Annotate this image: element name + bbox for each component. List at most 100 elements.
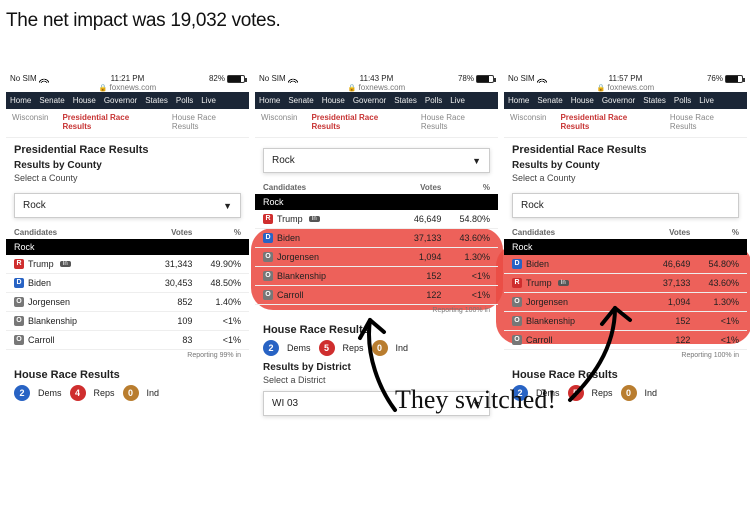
nav-senate[interactable]: Senate — [39, 96, 64, 105]
county-select[interactable]: Rock ▼ — [263, 148, 490, 173]
nav-polls[interactable]: Polls — [674, 96, 691, 105]
lock-icon: 🔒 — [99, 84, 108, 92]
col-pct: % — [690, 228, 739, 237]
select-county-label: Select a County — [512, 173, 739, 183]
candidate-row: OBlankenship109<1% — [6, 312, 249, 331]
candidate-name: Jorgensen — [277, 252, 319, 262]
county-select-value: Rock — [272, 155, 295, 166]
subnav-state[interactable]: Wisconsin — [12, 113, 48, 131]
party-badge: O — [14, 335, 24, 345]
top-nav: Home Senate House Governor States Polls … — [6, 92, 249, 109]
ind-label: Ind — [396, 343, 409, 353]
url-bar[interactable]: 🔒 foxnews.com — [504, 83, 747, 92]
candidate-pct: <1% — [192, 335, 241, 345]
nav-governor[interactable]: Governor — [602, 96, 635, 105]
candidate-name: Trump — [526, 278, 552, 288]
col-candidates: Candidates — [512, 228, 636, 237]
nav-polls[interactable]: Polls — [176, 96, 193, 105]
sub-nav: Wisconsin Presidential Race Results Hous… — [6, 109, 249, 138]
candidate-votes: 122 — [636, 335, 690, 345]
candidate-pct: 1.40% — [192, 297, 241, 307]
candidate-pct: 43.60% — [441, 233, 490, 243]
reporting-text: Reporting 100% in — [255, 305, 498, 320]
nav-governor[interactable]: Governor — [104, 96, 137, 105]
candidate-votes: 30,453 — [138, 278, 192, 288]
nav-states[interactable]: States — [145, 96, 168, 105]
dems-label: Dems — [38, 388, 62, 398]
status-bar: No SIM 11:43 PM 78% — [255, 72, 498, 83]
nav-home[interactable]: Home — [259, 96, 280, 105]
col-votes: Votes — [138, 228, 192, 237]
house-title: House Race Results — [512, 369, 739, 381]
nav-live[interactable]: Live — [699, 96, 714, 105]
subnav-state[interactable]: Wisconsin — [510, 113, 546, 131]
lock-icon: 🔒 — [597, 84, 606, 92]
nav-polls[interactable]: Polls — [425, 96, 442, 105]
subnav-pres[interactable]: Presidential Race Results — [311, 113, 406, 131]
candidate-name: Biden — [277, 233, 300, 243]
results-header: Candidates Votes % — [6, 224, 249, 239]
nav-home[interactable]: Home — [508, 96, 529, 105]
county-select[interactable]: Rock ▼ — [14, 193, 241, 218]
county-select-value: Rock — [521, 200, 544, 211]
subnav-pres[interactable]: Presidential Race Results — [560, 113, 655, 131]
party-badge: O — [14, 297, 24, 307]
ind-count-badge: 0 — [621, 385, 637, 401]
nav-senate[interactable]: Senate — [537, 96, 562, 105]
house-title: House Race Results — [14, 369, 241, 381]
reporting-text: Reporting 100% in — [504, 350, 747, 365]
battery-icon — [476, 75, 494, 83]
dems-count-badge: 2 — [512, 385, 528, 401]
subnav-house[interactable]: House Race Results — [670, 113, 741, 131]
party-badge: O — [512, 297, 522, 307]
nav-senate[interactable]: Senate — [288, 96, 313, 105]
nav-live[interactable]: Live — [201, 96, 216, 105]
results-header: Candidates Votes % — [504, 224, 747, 239]
col-pct: % — [192, 228, 241, 237]
candidate-row: OJorgensen1,0941.30% — [504, 293, 747, 312]
by-district-title: Results by District — [263, 362, 490, 373]
party-badge: D — [512, 259, 522, 269]
nav-house[interactable]: House — [571, 96, 594, 105]
status-nosim: No SIM — [508, 74, 535, 83]
reps-label: Reps — [343, 343, 364, 353]
candidate-name: Trump — [277, 214, 303, 224]
nav-states[interactable]: States — [643, 96, 666, 105]
subnav-house[interactable]: House Race Results — [421, 113, 492, 131]
top-nav: Home Senate House Governor States Polls … — [504, 92, 747, 109]
candidate-pct: 1.30% — [690, 297, 739, 307]
status-battery-pct: 76% — [707, 74, 723, 83]
url-bar[interactable]: 🔒 foxnews.com — [255, 83, 498, 92]
district-select[interactable]: WI 03 ▼ — [263, 391, 490, 416]
candidate-row: OCarroll83<1% — [6, 331, 249, 350]
chevron-down-icon: ▼ — [223, 201, 232, 211]
sub-nav: Wisconsin Presidential Race Results Hous… — [255, 109, 498, 138]
subnav-pres[interactable]: Presidential Race Results — [62, 113, 157, 131]
nav-house[interactable]: House — [322, 96, 345, 105]
wifi-icon — [288, 75, 298, 83]
subnav-house[interactable]: House Race Results — [172, 113, 243, 131]
candidate-name: Carroll — [28, 335, 55, 345]
pres-title: Presidential Race Results — [512, 144, 739, 156]
county-select[interactable]: Rock — [512, 193, 739, 218]
ind-count-badge: 0 — [372, 340, 388, 356]
nav-live[interactable]: Live — [450, 96, 465, 105]
candidate-pct: <1% — [441, 290, 490, 300]
house-counts: 2 Dems 4 Reps 0 Ind — [14, 385, 241, 401]
candidate-name: Biden — [28, 278, 51, 288]
nav-home[interactable]: Home — [10, 96, 31, 105]
status-time: 11:43 PM — [360, 74, 394, 83]
subnav-state[interactable]: Wisconsin — [261, 113, 297, 131]
nav-governor[interactable]: Governor — [353, 96, 386, 105]
url-bar[interactable]: 🔒 foxnews.com — [6, 83, 249, 92]
chevron-down-icon: ▼ — [472, 156, 481, 166]
pres-title: Presidential Race Results — [14, 144, 241, 156]
col-votes: Votes — [387, 183, 441, 192]
candidate-votes: 152 — [636, 316, 690, 326]
reps-count-badge: 4 — [70, 385, 86, 401]
status-battery-pct: 78% — [458, 74, 474, 83]
nav-house[interactable]: House — [73, 96, 96, 105]
county-select-value: Rock — [23, 200, 46, 211]
nav-states[interactable]: States — [394, 96, 417, 105]
candidate-row: RTrumpIn37,13343.60% — [504, 274, 747, 293]
